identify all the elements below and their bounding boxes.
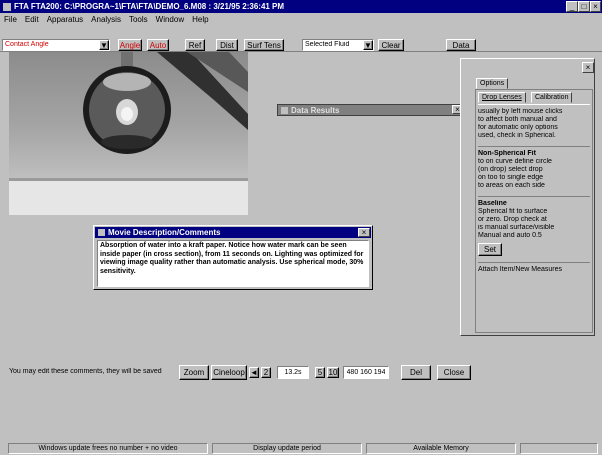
help-line: on too to single edge xyxy=(478,174,543,181)
help-line: Spherical fit to surface xyxy=(478,208,548,215)
zoom-button[interactable]: Zoom xyxy=(179,365,209,380)
menu-help[interactable]: Help xyxy=(188,15,212,24)
data-button[interactable]: Data xyxy=(446,39,476,51)
status-right: Available Memory xyxy=(366,443,516,454)
menu-tools[interactable]: Tools xyxy=(125,15,152,24)
maximize-button[interactable]: □ xyxy=(578,1,590,12)
movie-comments-text: Absorption of water into a kraft paper. … xyxy=(100,242,364,275)
menu-analysis[interactable]: Analysis xyxy=(87,15,125,24)
frame-readout: 480 160 194 xyxy=(343,366,389,379)
help-line: to affect both manual and xyxy=(478,116,557,123)
help-line: to areas on each side xyxy=(478,182,545,189)
help-line: or zero. Drop check at xyxy=(478,216,547,223)
status-left: Windows update frees no number + no vide… xyxy=(8,443,208,454)
status-extra xyxy=(520,443,598,454)
options-panel: × Options Drop Lenses Calibration usuall… xyxy=(460,58,595,336)
window-icon xyxy=(98,229,105,236)
data-results-window[interactable]: Data Results × xyxy=(277,104,465,116)
tab-drop-lenses[interactable]: Drop Lenses xyxy=(478,92,526,103)
step-button[interactable]: 2 xyxy=(261,367,271,378)
help-line: (on drop) select drop xyxy=(478,166,543,173)
tab-calibration[interactable]: Calibration xyxy=(531,92,573,103)
toolbar: Contact Angle ▼ Angle Auto Ref Dist Surf… xyxy=(0,26,602,52)
chevron-down-icon[interactable]: ▼ xyxy=(363,40,373,50)
close-frame-button[interactable]: Close xyxy=(437,365,471,380)
auto-button[interactable]: Auto xyxy=(147,39,169,51)
menu-apparatus[interactable]: Apparatus xyxy=(43,15,87,24)
help-line: for automatic only options xyxy=(478,124,558,131)
window-title: FTA FTA200: C:\PROGRA~1\FTA\FTA\DEMO_6.M… xyxy=(14,2,285,11)
mode-select[interactable]: Contact Angle ▼ xyxy=(2,39,110,51)
cineloop-button[interactable]: Cineloop xyxy=(211,365,247,380)
app-icon xyxy=(3,2,11,11)
help-line: Manual and auto 0.5 xyxy=(478,232,542,239)
playback-bar: You may edit these comments, they will b… xyxy=(9,364,471,381)
help-line: usually by left mouse clicks xyxy=(478,108,563,115)
menu-edit[interactable]: Edit xyxy=(21,15,43,24)
close-button[interactable]: × xyxy=(590,1,601,12)
movie-description-dialog[interactable]: Movie Description/Comments × Absorption … xyxy=(93,225,373,290)
section-heading: Baseline xyxy=(478,200,507,207)
status-middle: Display update period xyxy=(212,443,362,454)
options-close-button[interactable]: × xyxy=(582,62,594,73)
menu-file[interactable]: File xyxy=(0,15,21,24)
drop-image xyxy=(9,52,248,215)
movie-comments-textarea[interactable]: Absorption of water into a kraft paper. … xyxy=(97,240,369,287)
menu-window[interactable]: Window xyxy=(152,15,188,24)
previous-frame-button[interactable]: ◄ xyxy=(249,367,259,378)
fluid-select[interactable]: Selected Fluid ▼ xyxy=(302,39,374,51)
tab-options[interactable]: Options xyxy=(476,78,509,89)
dist-button[interactable]: Dist xyxy=(216,39,238,51)
surface-tension-button[interactable]: Surf Tens xyxy=(244,39,284,51)
help-line: to on curve define circle xyxy=(478,158,552,165)
chevron-down-icon[interactable]: ▼ xyxy=(99,40,109,50)
movie-dialog-title: Movie Description/Comments xyxy=(108,228,221,237)
window-icon xyxy=(281,106,288,114)
next-frame-button[interactable]: 10 xyxy=(327,367,339,378)
play-button[interactable]: 5 xyxy=(315,367,325,378)
attach-label: Attach Item/New Measures xyxy=(478,266,563,273)
section-heading: Non-Spherical Fit xyxy=(478,150,536,157)
help-line: used, check in Spherical. xyxy=(478,132,556,139)
time-readout: 13.2s xyxy=(277,366,309,379)
status-bar: Windows update frees no number + no vide… xyxy=(0,442,602,455)
minimize-button[interactable]: _ xyxy=(566,1,578,12)
ref-button[interactable]: Ref xyxy=(185,39,205,51)
data-results-title: Data Results xyxy=(291,105,340,115)
comment-hint: You may edit these comments, they will b… xyxy=(9,368,162,375)
drop-image-view[interactable] xyxy=(9,52,248,215)
movie-dialog-close-button[interactable]: × xyxy=(358,228,370,237)
delete-button[interactable]: Del xyxy=(401,365,431,380)
window-title-bar: FTA FTA200: C:\PROGRA~1\FTA\FTA\DEMO_6.M… xyxy=(0,0,602,13)
clear-button[interactable]: Clear xyxy=(378,39,404,51)
angle-button[interactable]: Angle xyxy=(118,39,142,51)
set-button[interactable]: Set xyxy=(478,243,502,256)
help-line: is manual surface/visible xyxy=(478,224,555,231)
options-inner: Drop Lenses Calibration usually by left … xyxy=(475,89,593,333)
menu-bar: File Edit Apparatus Analysis Tools Windo… xyxy=(0,14,602,25)
